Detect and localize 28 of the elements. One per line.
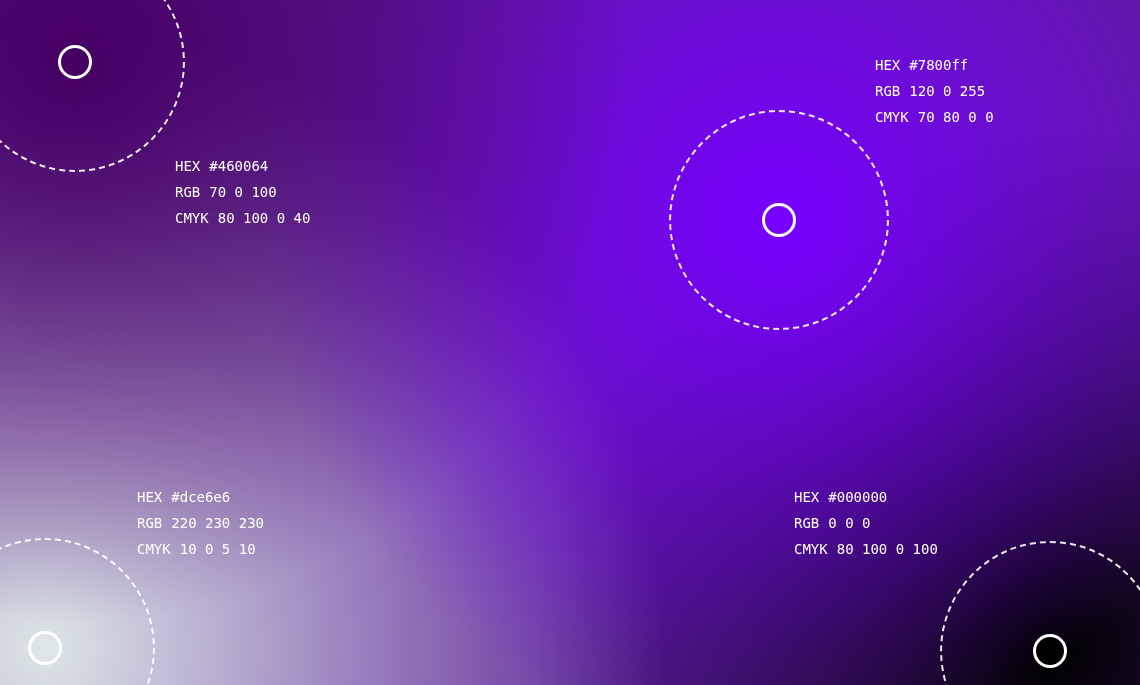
color-label: HEX — [875, 56, 901, 75]
color-value: #dce6e6 — [171, 488, 231, 507]
color-stop-handle[interactable] — [58, 45, 92, 79]
color-stop-handle[interactable] — [1033, 634, 1067, 668]
color-value: 120 0 255 — [909, 82, 986, 101]
color-value: 10 0 5 10 — [179, 540, 256, 559]
color-value: 0 0 0 — [828, 514, 871, 533]
color-label: RGB — [137, 514, 163, 533]
color-value: 70 0 100 — [209, 183, 277, 202]
color-label: RGB — [875, 82, 901, 101]
color-label: HEX — [137, 488, 163, 507]
color-value: 70 80 0 0 — [917, 108, 994, 127]
color-value: #7800ff — [909, 56, 969, 75]
color-label: RGB — [175, 183, 201, 202]
color-value: #460064 — [209, 157, 269, 176]
color-label: CMYK — [137, 540, 171, 559]
color-label: CMYK — [175, 209, 209, 228]
color-stop-handle[interactable] — [28, 631, 62, 665]
color-value: 80 100 0 100 — [836, 540, 938, 559]
color-label: HEX — [175, 157, 201, 176]
color-value: #000000 — [828, 488, 888, 507]
color-stop-handle[interactable] — [762, 203, 796, 237]
color-value: 220 230 230 — [171, 514, 264, 533]
color-label: CMYK — [794, 540, 828, 559]
color-label: CMYK — [875, 108, 909, 127]
color-label: RGB — [794, 514, 820, 533]
color-label: HEX — [794, 488, 820, 507]
color-value: 80 100 0 40 — [217, 209, 311, 228]
